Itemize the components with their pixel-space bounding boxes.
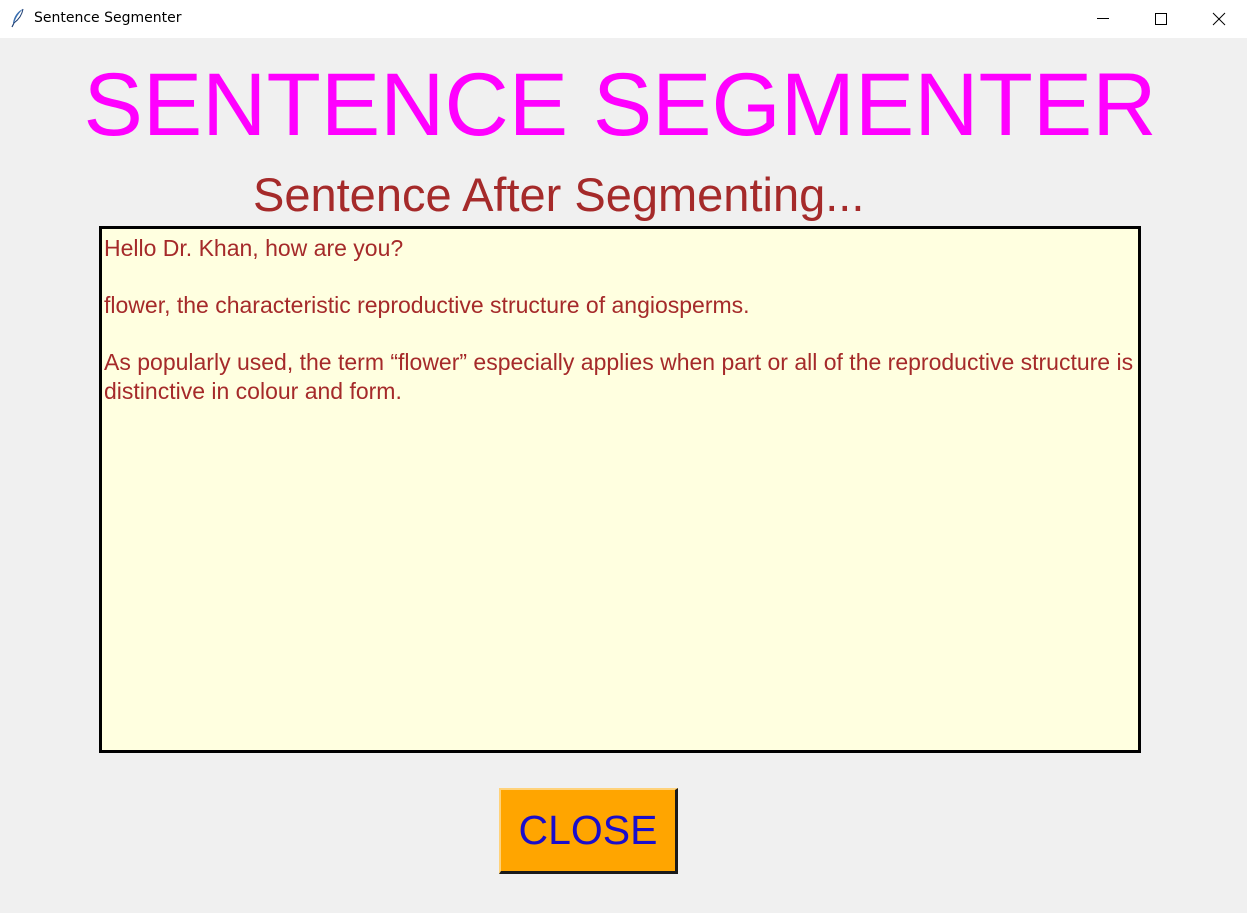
sentence-line: As popularly used, the term “flower” esp… [104,349,1134,404]
title-bar[interactable]: Sentence Segmenter [0,0,1247,38]
minimize-button[interactable] [1074,0,1132,38]
sentence-line: flower, the characteristic reproductive … [104,292,750,318]
app-window: Sentence Segmenter SENTENCE SEGMENTER Se… [0,0,1247,913]
page-title: SENTENCE SEGMENTER [83,54,1157,154]
maximize-icon [1155,13,1167,25]
maximize-button[interactable] [1132,0,1190,38]
close-icon [1212,12,1226,26]
sentence-line: Hello Dr. Khan, how are you? [104,235,404,261]
close-button[interactable]: CLOSE [499,788,678,874]
segmented-output-content: Hello Dr. Khan, how are you? flower, the… [104,234,1134,434]
window-title: Sentence Segmenter [34,10,182,26]
window-close-button[interactable] [1190,0,1247,38]
minimize-icon [1097,18,1109,19]
segmented-output-textbox[interactable]: Hello Dr. Khan, how are you? flower, the… [99,226,1141,753]
feather-icon [10,8,26,28]
section-heading: Sentence After Segmenting... [253,168,865,221]
